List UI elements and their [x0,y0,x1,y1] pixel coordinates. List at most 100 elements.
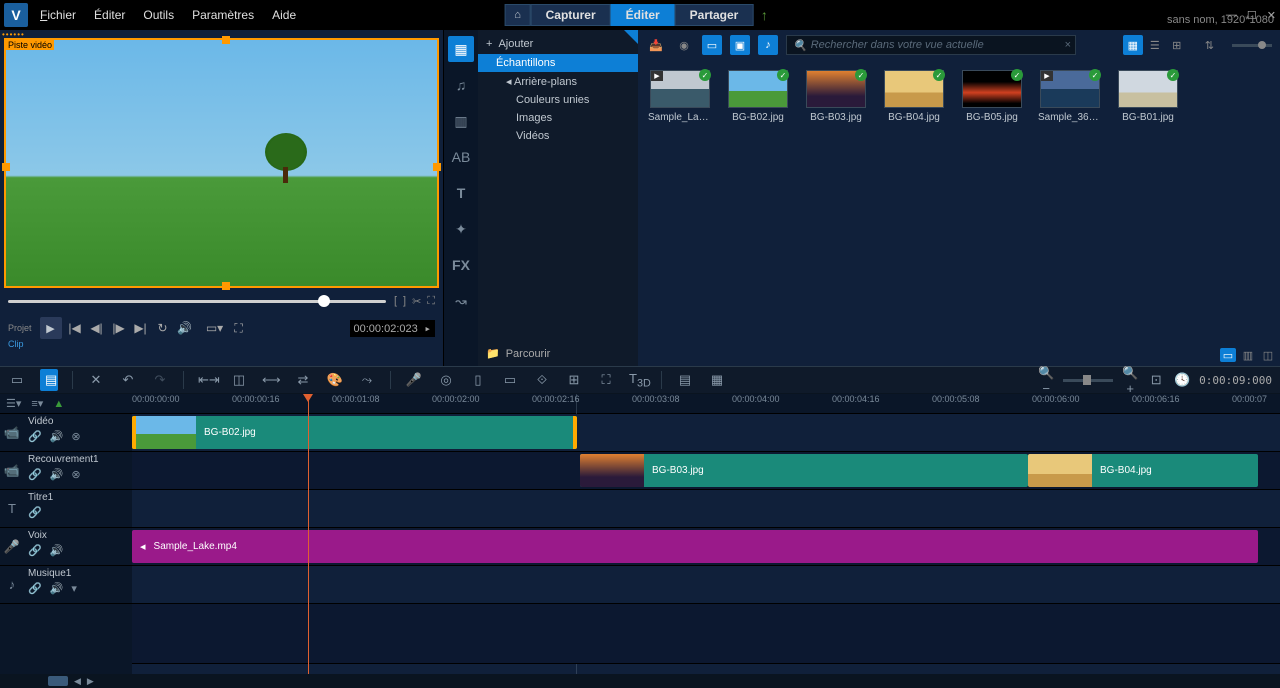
3d-title-icon[interactable]: T3D [629,371,647,390]
preview-seek-bar[interactable] [8,300,386,303]
menu-tools[interactable]: Outils [143,8,174,22]
goto-start-button[interactable]: |◀ [66,321,84,335]
tree-images[interactable]: Images [478,109,638,127]
media-library-icon[interactable]: ▦ [448,36,474,62]
panel-collapse-icon[interactable]: ▥ [1240,348,1256,362]
library-thumb[interactable]: ✓BG-B03.jpg [804,70,868,123]
panel-layout-icon[interactable]: ▭ [1220,348,1236,362]
clip-voice-1[interactable]: ◂ Sample_Lake.mp4 [132,530,1258,563]
ripple-icon[interactable]: ⇤⇥ [198,372,216,388]
clip-overlay-1[interactable]: BG-B03.jpg [580,454,1028,487]
search-input[interactable]: 🔍 Rechercher dans votre vue actuelle × [786,35,1076,55]
audio-ducking-icon[interactable]: ▦ [708,372,726,388]
slip-icon[interactable]: ⇄ [294,372,312,388]
tab-share[interactable]: Partager [675,4,754,26]
track-mute-icon[interactable]: 🔊 [50,430,64,443]
library-thumb[interactable]: ✓BG-B04.jpg [882,70,946,123]
expand-icon[interactable]: ⛶ [427,295,435,308]
loop-button[interactable]: ↻ [154,321,172,335]
panel-expand-icon[interactable]: ◫ [1260,348,1276,362]
fullscreen-icon[interactable]: ⛶ [230,321,248,336]
clip-overlay-2[interactable]: BG-B04.jpg [1028,454,1258,487]
text-icon[interactable]: T [448,180,474,206]
mark-out-icon[interactable]: ] [403,295,406,308]
view-thumbnails-icon[interactable]: ▦ [1123,35,1143,55]
thumbnail-zoom-slider[interactable] [1232,44,1272,47]
library-thumb[interactable]: ✓BG-B05.jpg [960,70,1024,123]
aspect-dropdown-icon[interactable]: ▭▾ [206,321,224,336]
next-frame-button[interactable]: |▶ [110,321,128,335]
play-button[interactable]: ▶ [40,317,62,339]
multitrack-icon[interactable]: ⊞ [565,372,583,388]
zoom-slider[interactable] [1063,379,1113,382]
timeline-view-icon[interactable]: ▤ [40,369,58,391]
track-add-icon[interactable]: ≡▾ [31,397,43,410]
import-icon[interactable]: 📥 [646,35,666,55]
duration-icon[interactable]: 🕓 [1173,372,1191,388]
library-thumb[interactable]: ✓BG-B01.jpg [1116,70,1180,123]
horizontal-scrollbar[interactable]: ◀▶ [0,674,1280,688]
view-list-icon[interactable]: ☰ [1145,35,1165,55]
filter-photo-icon[interactable]: ▣ [730,35,750,55]
scroll-right-icon[interactable]: ▶ [87,676,94,687]
tracks-area[interactable]: 00:00:00:0000:00:00:1600:00:01:0800:00:0… [132,394,1280,674]
tree-solid-colors[interactable]: Couleurs unies [478,91,638,109]
fx-icon[interactable]: FX [448,252,474,278]
add-folder-button[interactable]: +Ajouter [478,34,638,54]
tree-videos[interactable]: Vidéos [478,127,638,145]
record-vo-icon[interactable]: 🎤 [405,372,423,388]
browse-button[interactable]: 📁 Parcourir [486,347,550,360]
undo-button[interactable]: ↶ [119,372,137,388]
upload-icon[interactable]: ↑ [753,4,775,26]
menu-help[interactable]: Aide [272,8,296,22]
redo-button[interactable]: ↷ [151,372,169,388]
volume-button[interactable]: 🔊 [176,321,194,335]
library-thumb[interactable]: ✓BG-B02.jpg [726,70,790,123]
track-solo-icon[interactable]: ⊗ [71,430,80,443]
pan-zoom-icon[interactable]: ⛶ [597,372,615,388]
menu-file[interactable]: Fichier [40,8,76,22]
transitions-icon[interactable]: ▥ [448,108,474,134]
tab-edit[interactable]: Éditer [611,4,675,26]
menu-edit[interactable]: Éditer [94,8,125,22]
library-thumb[interactable]: ▶✓Sample_360.m... [1038,70,1102,123]
mixer-icon[interactable]: ▤ [676,372,694,388]
chapter-icon[interactable]: ▯ [469,372,487,388]
library-thumb[interactable]: ▶✓Sample_Lake... [648,70,712,123]
zoom-out-icon[interactable]: 🔍− [1037,365,1055,396]
sort-icon[interactable]: ⇅ [1205,39,1214,52]
filter-video-icon[interactable]: ▭ [702,35,722,55]
fit-project-icon[interactable]: ⊡ [1147,372,1165,388]
prev-frame-button[interactable]: ◀| [88,321,106,335]
preview-timecode[interactable]: 00:00:02:023 ▸ [350,320,435,337]
split-tool-icon[interactable]: ⟷ [262,372,280,388]
goto-end-button[interactable]: ▶| [132,321,150,335]
preview-viewport[interactable]: Piste vidéo [4,38,439,288]
marker-icon[interactable]: ▭ [501,372,519,388]
color-icon[interactable]: 🎨 [326,372,344,388]
filter-audio-icon[interactable]: ♪ [758,35,778,55]
view-grid-icon[interactable]: ⊞ [1167,35,1187,55]
crop-icon[interactable]: ◫ [230,372,248,388]
tools-icon[interactable]: ✕ [87,372,105,388]
zoom-in-icon[interactable]: 🔍+ [1121,365,1139,396]
tab-capture[interactable]: Capturer [531,4,611,26]
track-motion-icon[interactable]: ⟐ [533,372,551,388]
clip-video-1[interactable]: BG-B02.jpg [132,416,577,449]
track-up-icon[interactable]: ▲ [53,398,64,410]
pin-corner-icon[interactable] [624,30,638,44]
record-icon[interactable]: ◉ [674,35,694,55]
motion-icon[interactable]: ⤳ [358,372,376,388]
titles-icon[interactable]: AB [448,144,474,170]
home-button[interactable]: ⌂ [505,4,531,26]
mark-in-icon[interactable]: [ [394,295,397,308]
menu-settings[interactable]: Paramètres [192,8,254,22]
tree-backgrounds[interactable]: ◂ Arrière-plans [478,72,638,91]
playhead[interactable] [308,394,309,674]
track-lock-icon[interactable]: 🔗 [28,430,42,443]
mode-clip-label[interactable]: Clip [8,2,24,686]
tree-samples[interactable]: Échantillons [478,54,638,72]
audio-library-icon[interactable]: ♫ [448,72,474,98]
subtitle-icon[interactable]: ◎ [437,372,455,388]
scroll-left-icon[interactable]: ◀ [74,676,81,687]
